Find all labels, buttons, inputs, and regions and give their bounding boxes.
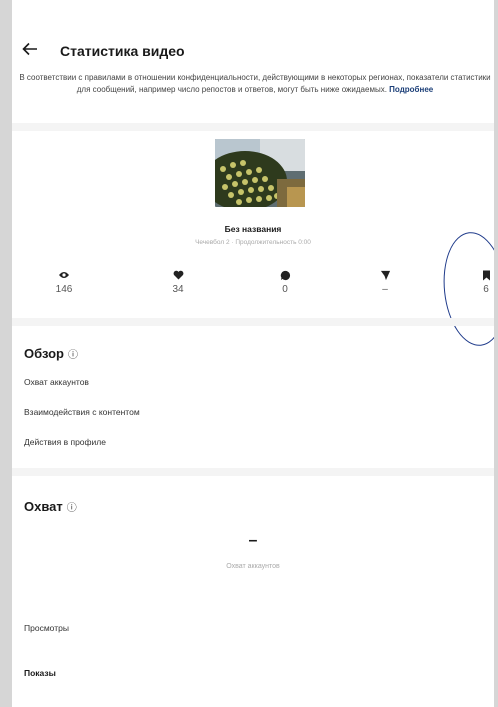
divider: [12, 123, 494, 131]
reach-title: Охват ⓘ: [24, 499, 77, 514]
overview-item-content-interactions[interactable]: Взаимодействия с контентом: [24, 407, 140, 417]
info-icon[interactable]: ⓘ: [68, 350, 78, 361]
video-thumbnail[interactable]: [215, 139, 305, 207]
reach-row-impressions[interactable]: Показы: [24, 668, 56, 678]
overview-item-accounts-reached[interactable]: Охват аккаунтов: [24, 377, 89, 387]
heart-icon: [173, 270, 183, 280]
header: Статистика видео: [12, 36, 494, 66]
page-title: Статистика видео: [60, 43, 185, 59]
hand-drawn-circle-annotation: [438, 229, 494, 349]
info-icon[interactable]: ⓘ: [67, 503, 77, 514]
reach-value: –: [248, 532, 258, 549]
learn-more-link[interactable]: Подробнее: [389, 85, 433, 94]
divider: [12, 468, 494, 476]
comment-icon: [280, 270, 290, 280]
overview-item-profile-activity[interactable]: Действия в профиле: [24, 437, 106, 447]
stat-comments-value: 0: [282, 284, 288, 295]
eye-icon: [59, 272, 69, 278]
stat-shares-value: –: [382, 284, 388, 295]
post-title: Без названия: [224, 224, 282, 234]
reach-subtitle: Охват аккаунтов: [226, 563, 280, 570]
send-icon: [380, 270, 390, 280]
divider: [12, 318, 494, 326]
stat-shares[interactable]: –: [355, 268, 415, 295]
stat-likes-value: 34: [172, 284, 184, 295]
thumbnail-image: [215, 139, 305, 207]
post-meta: Чечевбол 2 · Продолжительность 0:00: [195, 239, 311, 246]
reach-title-text: Охват: [24, 499, 63, 514]
stat-likes[interactable]: 34: [148, 268, 208, 295]
reach-row-views[interactable]: Просмотры: [24, 623, 69, 633]
arrow-left-icon: [22, 42, 37, 56]
privacy-notice: В соответствии с правилами в отношении к…: [18, 72, 492, 95]
stat-comments[interactable]: 0: [255, 268, 315, 295]
back-button[interactable]: [22, 42, 46, 60]
overview-title-text: Обзор: [24, 346, 64, 361]
stat-views-value: 146: [55, 284, 73, 295]
overview-title: Обзор ⓘ: [24, 346, 78, 361]
video-stats-screen: Статистика видео В соответствии с правил…: [12, 0, 494, 707]
stat-views[interactable]: 146: [34, 268, 94, 295]
